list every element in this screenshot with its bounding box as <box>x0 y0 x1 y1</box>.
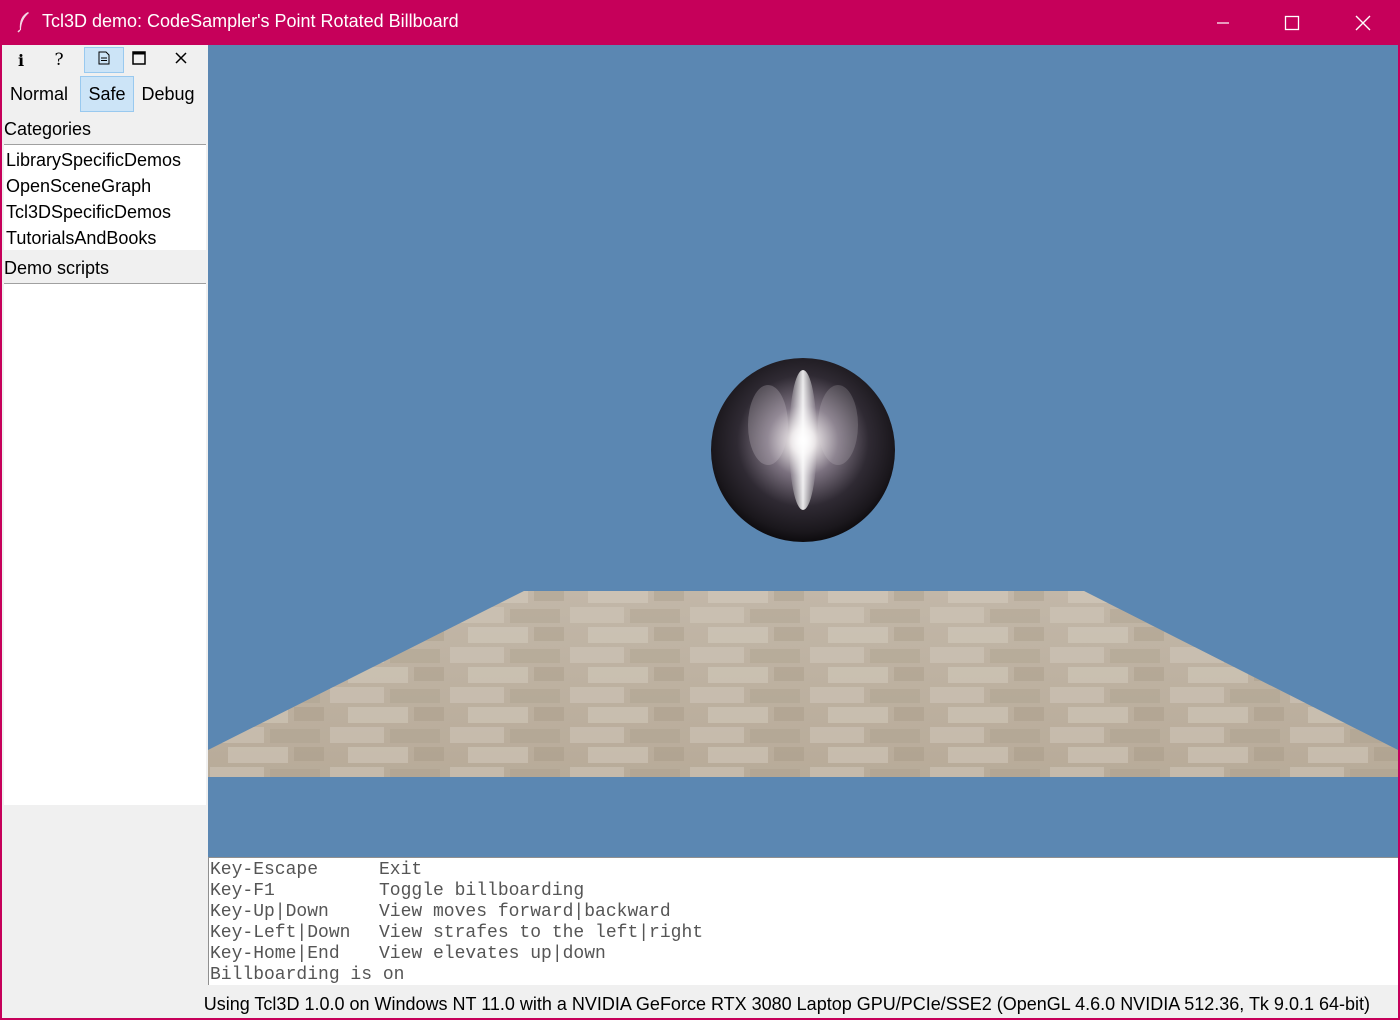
mode-normal-button[interactable]: Normal <box>2 76 76 112</box>
category-item[interactable]: TutorialsAndBooks <box>4 225 206 251</box>
source-button[interactable] <box>84 47 124 73</box>
categories-label: Categories <box>4 119 92 139</box>
stone-floor <box>208 591 1398 777</box>
category-item[interactable]: LibrarySpecificDemos <box>4 147 206 173</box>
sidebar: i ? Normal Safe Debug Categories Library… <box>2 45 208 985</box>
console-line: Key-Left|Down View strafes to the left|ri… <box>209 923 1398 944</box>
console-key: Key-Up|Down <box>210 902 329 922</box>
feather-icon <box>14 11 34 33</box>
scene-render <box>208 358 1398 777</box>
minimize-button[interactable] <box>1188 0 1258 45</box>
status-bar: Using Tcl3D 1.0.0 on Windows NT 11.0 wit… <box>203 993 1370 1014</box>
app-window: Tcl3D demo: CodeSampler's Point Rotated … <box>0 0 1400 1020</box>
console-key: Billboarding is on <box>210 965 405 985</box>
mode-selector: Normal Safe Debug <box>2 76 208 114</box>
console-key: Key-Home|End <box>210 944 340 964</box>
console-description: Exit <box>379 860 423 880</box>
info-icon: i <box>17 50 25 70</box>
console-key: Key-F1 <box>210 881 275 901</box>
maximize-button[interactable] <box>1257 0 1327 45</box>
maximize-icon <box>132 50 146 70</box>
info-console[interactable]: Key-Escape Exit Key-F1 Toggle billboarding K… <box>208 857 1398 985</box>
console-description: Toggle billboarding <box>379 881 585 901</box>
window-title: Tcl3D demo: CodeSampler's Point Rotated … <box>42 11 459 31</box>
console-key: Key-Escape <box>210 860 319 880</box>
console-line: Key-F1 Toggle billboarding <box>209 881 1398 902</box>
close-icon <box>1355 15 1371 31</box>
title-bar[interactable]: Tcl3D demo: CodeSampler's Point Rotated … <box>0 0 1400 45</box>
console-description: View moves forward|backward <box>379 902 671 922</box>
chrome-sphere <box>711 358 895 542</box>
client-area: i ? Normal Safe Debug Categories Library… <box>2 45 1398 1018</box>
console-line: Key-Up|Down View moves forward|backward <box>209 902 1398 923</box>
fullscreen-button[interactable] <box>120 47 158 73</box>
console-line: Key-Escape Exit <box>209 860 1398 881</box>
close-icon <box>175 51 187 69</box>
help-icon: ? <box>54 50 64 70</box>
info-button[interactable]: i <box>2 47 40 73</box>
help-button[interactable]: ? <box>40 47 78 73</box>
exit-button[interactable] <box>162 47 200 73</box>
demo-scripts-label: Demo scripts <box>4 258 110 278</box>
document-icon <box>98 51 110 70</box>
category-item[interactable]: OpenSceneGraph <box>4 173 206 199</box>
console-description: View elevates up|down <box>379 944 606 964</box>
close-button[interactable] <box>1328 0 1398 45</box>
category-item[interactable]: Tcl3DSpecificDemos <box>4 199 206 225</box>
console-line: Billboarding is on <box>209 965 1398 986</box>
console-key: Key-Left|Down <box>210 923 351 943</box>
categories-list[interactable]: LibrarySpecificDemos OpenSceneGraph Tcl3DS… <box>4 144 206 250</box>
console-description: View strafes to the left|right <box>379 923 704 943</box>
mode-debug-button[interactable]: Debug <box>136 76 200 112</box>
mode-safe-button[interactable]: Safe <box>80 76 134 112</box>
toolbar: i ? <box>2 45 208 75</box>
demo-scripts-list[interactable] <box>4 283 206 805</box>
maximize-icon <box>1284 15 1300 31</box>
minimize-icon <box>1216 16 1230 30</box>
console-line: Key-Home|End View elevates up|down <box>209 944 1398 965</box>
opengl-canvas[interactable] <box>208 45 1398 857</box>
